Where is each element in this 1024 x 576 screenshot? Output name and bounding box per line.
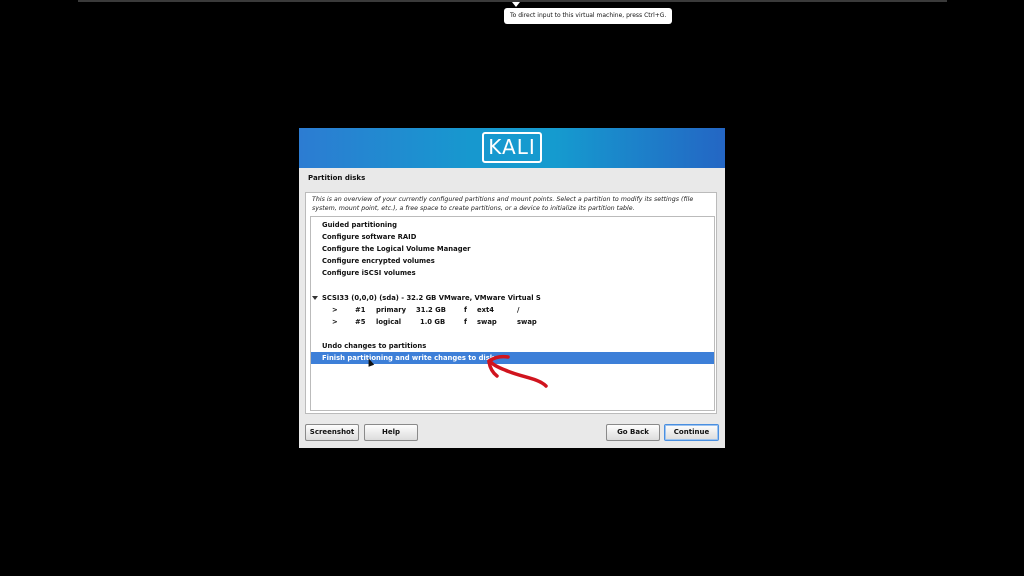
list-item-label: Configure the Logical Volume Manager	[322, 245, 471, 253]
caret-down-icon	[512, 2, 520, 7]
installer-window: KALI Partition disks This is an overview…	[299, 128, 725, 448]
partition-flag: f	[464, 306, 467, 314]
list-item-label: Configure encrypted volumes	[322, 257, 435, 265]
go-back-button[interactable]: Go Back	[606, 424, 660, 441]
partition-number: #1	[355, 306, 366, 314]
partition-fs: swap	[477, 318, 497, 326]
continue-button[interactable]: Continue	[664, 424, 719, 441]
disk-label: SCSI33 (0,0,0) (sda) - 32.2 GB VMware, V…	[322, 294, 541, 302]
partition-type: logical	[376, 318, 402, 326]
partition-type: primary	[376, 306, 406, 314]
chevron-right-icon: >	[332, 306, 338, 314]
list-item-label: Configure software RAID	[322, 233, 417, 241]
content-panel: This is an overview of your currently co…	[305, 192, 717, 414]
menu-configure-lvm[interactable]: Configure the Logical Volume Manager	[311, 243, 714, 255]
partition-row-5[interactable]: > #5 logical 1.0 GB f swap swap	[311, 316, 714, 328]
partition-size: 1.0 GB	[420, 318, 446, 326]
expand-triangle-icon	[312, 296, 318, 300]
vm-input-tooltip: To direct input to this virtual machine,…	[504, 8, 673, 24]
partition-flag: f	[464, 318, 467, 326]
list-item-label: Finish partitioning and write changes to…	[322, 354, 495, 362]
partition-row-1[interactable]: > #1 primary 31.2 GB f ext4 /	[311, 304, 714, 316]
menu-guided-partitioning[interactable]: Guided partitioning	[311, 219, 714, 231]
partition-mount: swap	[517, 318, 537, 326]
screenshot-button[interactable]: Screenshot	[305, 424, 359, 441]
description-text: This is an overview of your currently co…	[312, 196, 694, 212]
menu-configure-encrypted-volumes[interactable]: Configure encrypted volumes	[311, 255, 714, 267]
page-title: Partition disks	[308, 174, 366, 182]
partition-list[interactable]: Guided partitioning Configure software R…	[310, 216, 715, 411]
menu-configure-software-raid[interactable]: Configure software RAID	[311, 231, 714, 243]
list-item-label: Guided partitioning	[322, 221, 397, 229]
menu-configure-iscsi-volumes[interactable]: Configure iSCSI volumes	[311, 267, 714, 279]
help-button[interactable]: Help	[364, 424, 418, 441]
partition-mount: /	[517, 306, 520, 314]
kali-banner: KALI	[299, 128, 725, 168]
list-item-label: Undo changes to partitions	[322, 342, 427, 350]
chevron-right-icon: >	[332, 318, 338, 326]
menu-undo-changes[interactable]: Undo changes to partitions	[311, 340, 714, 352]
partition-size: 31.2 GB	[416, 306, 446, 314]
partition-number: #5	[355, 318, 366, 326]
disk-item-sda[interactable]: SCSI33 (0,0,0) (sda) - 32.2 GB VMware, V…	[311, 292, 714, 304]
list-item-label: Configure iSCSI volumes	[322, 269, 416, 277]
kali-logo: KALI	[482, 132, 542, 163]
partition-fs: ext4	[477, 306, 494, 314]
